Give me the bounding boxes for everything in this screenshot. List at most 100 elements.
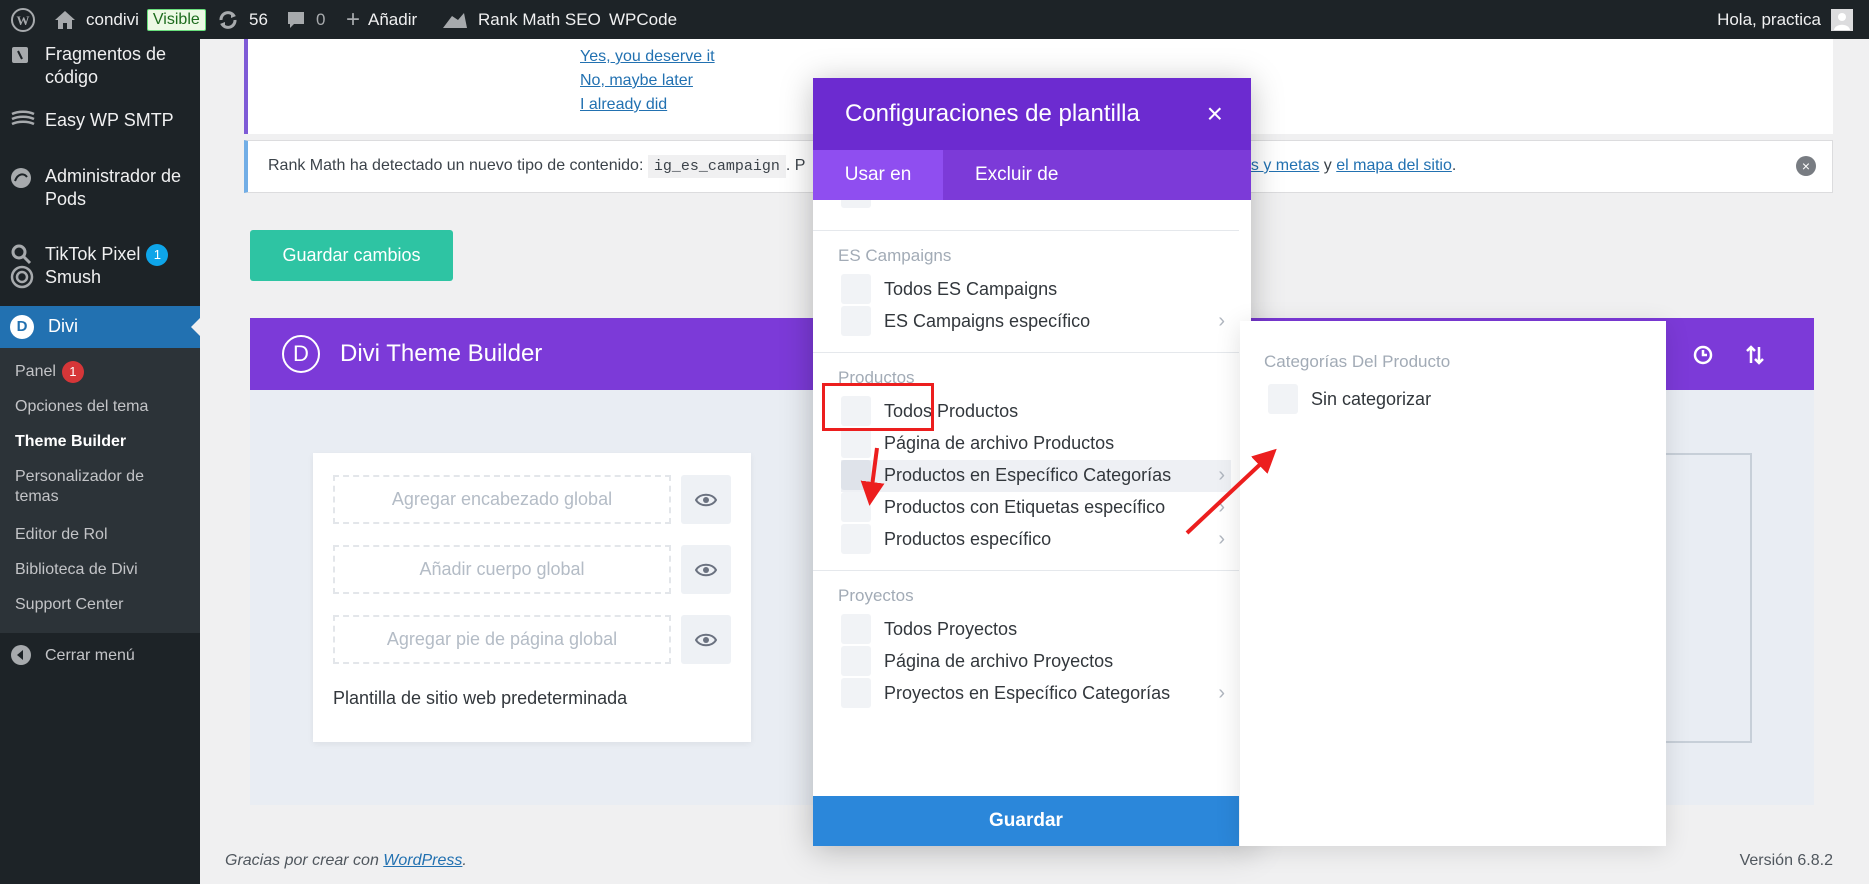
smtp-icon	[10, 109, 35, 133]
review-done-link[interactable]: I already did	[580, 96, 667, 114]
sidebar-item-label: Fragmentos de código	[45, 44, 167, 87]
rankmath-menu[interactable]: Rank Math SEO	[442, 0, 601, 39]
titles-metas-link[interactable]: os y metas	[1242, 157, 1319, 174]
modal-options-list: › ES Campaigns Todos ES Campaigns ES Cam…	[813, 200, 1239, 796]
pods-icon	[10, 167, 34, 191]
list-item[interactable]: Todos ES Campaigns	[841, 274, 1231, 306]
category-subpanel: Categorías Del Producto Sin categorizar	[1240, 321, 1666, 846]
eye-icon[interactable]	[681, 615, 731, 664]
sidebar-item-code-snippets[interactable]: Fragmentos de código	[0, 43, 200, 93]
admin-sidebar: Fragmentos de código Easy WP SMTP Admini…	[0, 39, 200, 884]
new-content-menu[interactable]: + Añadir	[346, 0, 417, 39]
dismiss-notice-icon[interactable]: ×	[1796, 156, 1816, 176]
chevron-right-icon: ›	[1218, 682, 1225, 704]
checkbox[interactable]	[841, 678, 871, 708]
eye-icon[interactable]	[681, 475, 731, 524]
wpcode-menu[interactable]: WPCode	[609, 0, 677, 39]
divi-logo-icon: D	[282, 335, 320, 373]
checkbox[interactable]	[841, 492, 871, 522]
tab-exclude-from[interactable]: Excluir de	[975, 150, 1058, 200]
add-template-card[interactable]	[1660, 453, 1752, 743]
admin-footer-credit: Gracias por crear con WordPress.	[225, 852, 467, 870]
list-item[interactable]: Productos con Etiquetas específico ›	[841, 492, 1231, 524]
submenu-item-support-center[interactable]: Support Center	[15, 595, 124, 615]
wordpress-link[interactable]: WordPress	[383, 852, 462, 869]
sidebar-item-smush[interactable]: Smush	[0, 265, 200, 305]
rankmath-icon	[442, 10, 468, 30]
checkbox[interactable]	[841, 200, 871, 208]
site-menu[interactable]: condivi Visible	[54, 0, 206, 39]
option-label: Sin categorizar	[1311, 389, 1432, 409]
footer-text: Gracias por crear con	[225, 852, 384, 869]
account-menu[interactable]: Hola, practica	[1717, 0, 1853, 39]
list-item[interactable]: Página de archivo Proyectos	[841, 646, 1231, 678]
tab-use-on[interactable]: Usar en	[813, 150, 943, 200]
collapse-label: Cerrar menú	[45, 647, 135, 664]
comments-count: 0	[316, 9, 326, 29]
add-global-footer-slot[interactable]: Agregar pie de página global	[333, 615, 671, 664]
sidebar-item-easy-wp-smtp[interactable]: Easy WP SMTP	[0, 109, 200, 139]
sidebar-item-pods[interactable]: Administrador de Pods	[0, 165, 200, 215]
history-icon[interactable]	[1692, 344, 1714, 371]
section-heading-es-campaigns: ES Campaigns	[838, 246, 952, 265]
save-changes-button[interactable]: Guardar cambios	[250, 230, 453, 281]
comments-menu[interactable]: 0	[286, 0, 325, 39]
checkbox[interactable]	[841, 428, 871, 458]
option-label: Página de archivo Productos	[884, 433, 1115, 453]
save-button[interactable]: Guardar	[813, 796, 1239, 846]
plus-icon: +	[346, 5, 361, 33]
option-label: Proyectos en Específico Categorías	[884, 683, 1171, 703]
option-label: Productos específico	[884, 529, 1052, 549]
checkbox[interactable]	[841, 646, 871, 676]
chevron-right-icon: ›	[1218, 200, 1225, 205]
rankmath-notice-links: os y metas y el mapa del sitio.	[1242, 157, 1456, 175]
eye-icon[interactable]	[681, 545, 731, 594]
option-label: Todos ES Campaigns	[884, 279, 1058, 299]
checkbox[interactable]	[841, 524, 871, 554]
submenu-item-theme-options[interactable]: Opciones del tema	[15, 397, 148, 417]
list-item[interactable]: Productos específico ›	[841, 524, 1231, 556]
checkbox[interactable]	[841, 460, 871, 490]
submenu-item-divi-library[interactable]: Biblioteca de Divi	[15, 560, 138, 580]
review-yes-link[interactable]: Yes, you deserve it	[580, 48, 715, 66]
add-new-label: Añadir	[368, 9, 418, 29]
section-heading-projects: Proyectos	[838, 586, 914, 605]
list-item[interactable]: Todos Proyectos	[841, 614, 1231, 646]
submenu-item-theme-builder[interactable]: Theme Builder	[15, 432, 126, 452]
modal-title: Configuraciones de plantilla	[845, 100, 1140, 127]
wordpress-logo-icon[interactable]: W	[10, 0, 36, 39]
list-item[interactable]: Productos en Específico Categorías ›	[841, 460, 1231, 492]
collapse-menu-button[interactable]: Cerrar menú	[0, 644, 200, 674]
checkbox[interactable]	[841, 306, 871, 336]
list-item[interactable]: ›	[841, 200, 1231, 210]
updates-menu[interactable]: 56	[217, 0, 268, 39]
checkbox[interactable]	[1268, 384, 1298, 414]
checkbox[interactable]	[841, 274, 871, 304]
add-global-header-slot[interactable]: Agregar encabezado global	[333, 475, 671, 524]
sidebar-item-label: TikTok Pixel	[45, 244, 141, 264]
comment-icon	[286, 10, 306, 30]
add-global-body-slot[interactable]: Añadir cuerpo global	[333, 545, 671, 594]
submenu-item-role-editor[interactable]: Editor de Rol	[15, 525, 108, 545]
sidebar-item-divi[interactable]: D Divi	[0, 306, 200, 348]
list-item[interactable]: Proyectos en Específico Categorías ›	[841, 678, 1231, 710]
portability-icon[interactable]	[1744, 344, 1766, 371]
list-item[interactable]: ES Campaigns específico ›	[841, 306, 1231, 338]
list-item[interactable]: Página de archivo Productos	[841, 428, 1231, 460]
home-icon	[54, 10, 76, 30]
divider	[813, 352, 1239, 353]
chevron-right-icon: ›	[1218, 528, 1225, 550]
chevron-right-icon: ›	[1218, 464, 1225, 486]
smush-icon	[10, 265, 34, 289]
submenu-item-customizer[interactable]: Personalizador de temas	[15, 467, 175, 507]
chevron-right-icon: ›	[1218, 310, 1225, 332]
option-label: ES Campaigns específico	[884, 311, 1091, 331]
updates-icon	[217, 9, 239, 31]
close-icon[interactable]: ×	[1207, 98, 1223, 130]
review-later-link[interactable]: No, maybe later	[580, 72, 693, 90]
submenu-item-panel[interactable]: Panel 1	[15, 361, 84, 383]
notice-text: . P	[785, 157, 806, 174]
sitemap-link[interactable]: el mapa del sitio	[1336, 157, 1452, 174]
post-type-code: ig_es_campaign	[647, 155, 786, 178]
checkbox[interactable]	[841, 614, 871, 644]
